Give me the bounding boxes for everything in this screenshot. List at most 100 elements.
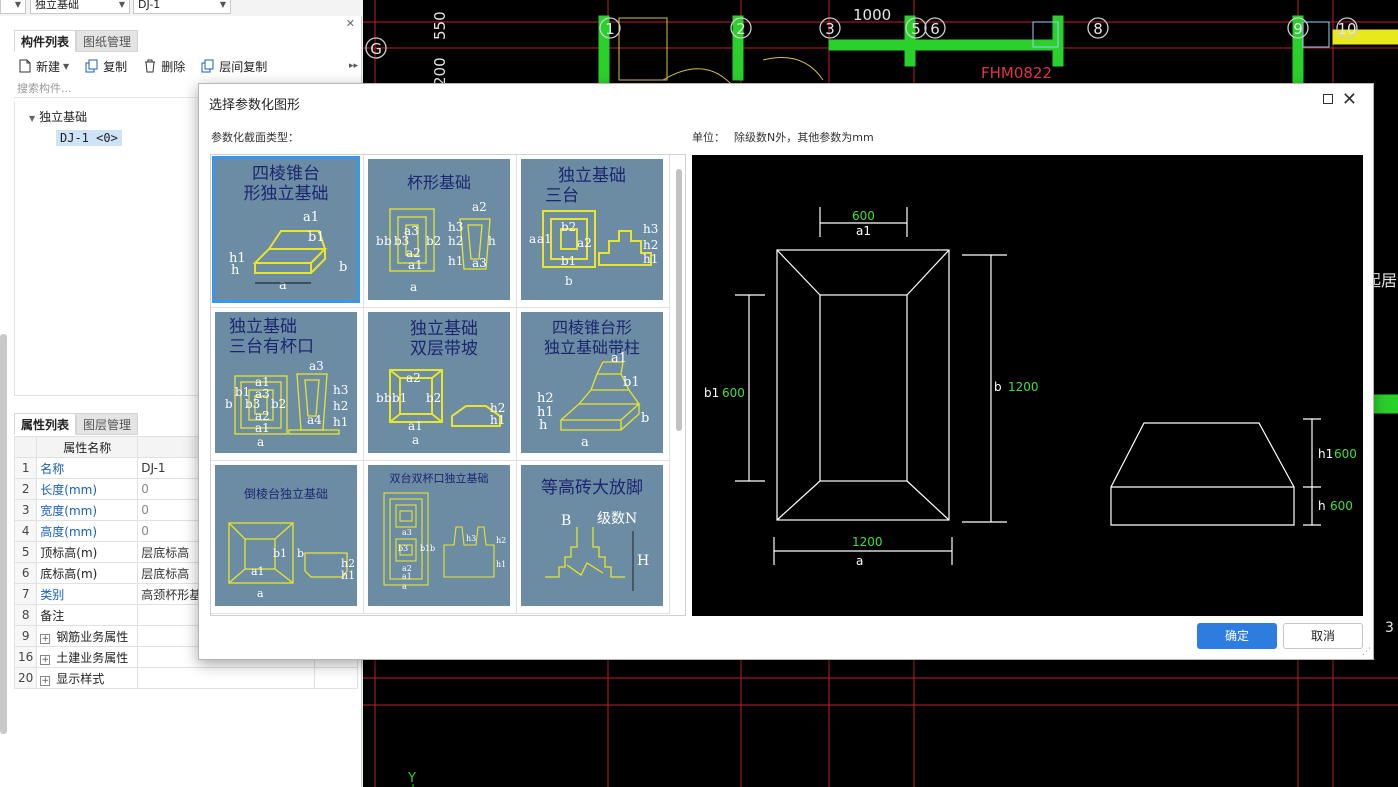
table-row-group[interactable]: 20 + 显示样式	[13, 667, 358, 689]
expand-plus-icon[interactable]: +	[40, 654, 51, 665]
chevron-down-icon: ▼	[63, 61, 70, 71]
more-icon[interactable]: ▸▸	[349, 61, 358, 71]
shape-option-three-step[interactable]: 独立基础 三台 b2 a a1 a2 b1 h3 h2 h1 b	[517, 155, 670, 308]
component-type-value: 独立基础	[35, 0, 79, 11]
gallery-scrollbar[interactable]	[676, 169, 682, 431]
svg-text:a: a	[529, 232, 536, 246]
svg-text:h2: h2	[537, 391, 554, 406]
shape-thumbnail: 等高砖大放脚 B 级数N H	[521, 465, 663, 606]
svg-text:b1: b1	[308, 230, 325, 245]
dim-h-label: h	[1318, 499, 1326, 513]
svg-text:h1: h1	[496, 560, 506, 569]
expand-plus-icon[interactable]: +	[40, 675, 51, 686]
svg-text:b: b	[384, 234, 392, 248]
shape-diagram: a2 b b b1 b2 a1 a h2 h1	[376, 369, 505, 447]
tree-root-label: 独立基础	[39, 110, 88, 124]
left-scrollbar[interactable]	[0, 334, 7, 734]
component-type-combo[interactable]: 独立基础 ▼	[30, 0, 130, 14]
dim-h1-value: 600	[1334, 447, 1357, 461]
chevron-down-icon: ▼	[118, 0, 125, 9]
column-header-property-name: 属性名称	[36, 436, 139, 458]
copy-icon	[85, 59, 98, 73]
svg-text:b: b	[384, 391, 392, 405]
property-tabs: 属性列表 图层管理	[14, 413, 139, 435]
expand-triangle-icon[interactable]: ▼	[29, 114, 35, 123]
shape-option-pyramid-with-column[interactable]: 四棱锥台形 独立基础带柱 a1 b1 h2 h1 h a b	[517, 308, 670, 461]
tab-component-list[interactable]: 构件列表	[14, 30, 77, 52]
shape-gallery: 四棱锥台 形独立基础 a1 b1 h1 h a b 杯形基础 a2 a3 b b…	[210, 154, 686, 616]
shape-option-double-slope[interactable]: 独立基础 双层带坡 a2 b b b1 b2 a1 a h2 h1	[364, 308, 517, 461]
floor-copy-button-label: 层间复制	[219, 59, 268, 74]
tab-property-list[interactable]: 属性列表	[14, 413, 77, 435]
svg-text:b2: b2	[561, 220, 576, 234]
svg-text:a: a	[257, 435, 264, 449]
svg-text:a1: a1	[408, 419, 423, 433]
floor-copy-icon	[201, 59, 214, 73]
svg-text:h2: h2	[333, 399, 348, 413]
shape-thumbnail: 倒棱台独立基础 b1 b a1 a h2 h1	[215, 465, 357, 606]
shape-thumbnail: 独立基础 三台 b2 a a1 a2 b1 h3 h2 h1 b	[521, 159, 663, 300]
new-button[interactable]: 新建 ▼	[14, 58, 69, 75]
copy-button[interactable]: 复制	[81, 58, 127, 75]
svg-text:a1: a1	[408, 258, 423, 272]
svg-text:h3: h3	[643, 222, 658, 236]
component-name-combo[interactable]: DJ-1 ▼	[133, 0, 231, 14]
svg-text:b1: b1	[623, 375, 640, 390]
dim-a-value: 1200	[852, 535, 883, 549]
tab-layer-management[interactable]: 图层管理	[76, 413, 139, 435]
close-icon[interactable]: ✕	[1342, 89, 1357, 110]
svg-text:a2: a2	[577, 236, 592, 250]
svg-text:b: b	[376, 391, 384, 405]
shape-option-inverted-frustum[interactable]: 倒棱台独立基础 b1 b a1 a h2 h1	[211, 461, 364, 614]
svg-text:a2: a2	[472, 200, 487, 214]
grid-label: G	[370, 40, 382, 58]
dim-h-value: 600	[1330, 499, 1353, 513]
svg-text:a3: a3	[309, 359, 324, 373]
toolbar-dropdown[interactable]: ▼	[0, 0, 26, 14]
svg-text:b: b	[430, 544, 435, 553]
shape-option-cup-foundation[interactable]: 杯形基础 a2 a3 b b b3 b2 a2 a1 h3 h2 h1 h a3…	[364, 155, 517, 308]
shape-option-brick-footing[interactable]: 等高砖大放脚 B 级数N H	[517, 461, 670, 614]
svg-text:h1: h1	[448, 254, 463, 268]
expand-plus-icon[interactable]: +	[40, 633, 51, 644]
svg-text:h2: h2	[448, 234, 463, 248]
parametric-shape-dialog: 选择参数化图形 ✕ 参数化截面类型： 单位： 除级数N外，其他参数为mm 四棱锥…	[198, 83, 1374, 660]
cancel-button[interactable]: 取消	[1283, 623, 1363, 649]
delete-button[interactable]: 删除	[139, 58, 185, 75]
tree-node-root[interactable]: ▼ 独立基础	[29, 108, 87, 125]
shape-thumbnail: 四棱锥台形 独立基础带柱 a1 b1 h2 h1 h a b	[521, 312, 663, 453]
ok-button[interactable]: 确定	[1197, 623, 1277, 649]
preview-drawing: 600 a1 b1 600 b 1200 1200 a h1 600 h 600	[704, 207, 1357, 568]
resize-grip-icon[interactable]: ⋰	[1362, 647, 1371, 657]
grid-label: 6	[930, 20, 940, 38]
svg-text:h1: h1	[341, 569, 355, 582]
svg-text:b1: b1	[561, 254, 576, 268]
shape-option-three-step-cup[interactable]: 独立基础 三台有杯口 a3 a1 b1 a3 b b3 b2 a2 a1 h3	[211, 308, 364, 461]
shape-option-pyramid-frustum[interactable]: 四棱锥台 形独立基础 a1 b1 h1 h a b	[211, 155, 364, 308]
svg-text:b2: b2	[426, 234, 441, 248]
shape-diagram: B 级数N H	[545, 511, 649, 591]
maximize-icon[interactable]	[1323, 94, 1333, 104]
svg-text:b2: b2	[426, 391, 441, 405]
svg-text:a4: a4	[307, 413, 322, 427]
shape-option-double-cup[interactable]: 双台双杯口独立基础 a3 b3 b1 b a2 a1 a h3 h2 h1	[364, 461, 517, 614]
shape-preview: 600 a1 b1 600 b 1200 1200 a h1 600 h 600	[692, 155, 1363, 616]
dialog-title: 选择参数化图形	[209, 98, 301, 113]
svg-text:b2: b2	[271, 397, 286, 411]
shape-diagram: a2 a3 b b b3 b2 a2 a1 h3 h2 h1 h a3 a	[376, 200, 496, 294]
component-tabs: 构件列表 图纸管理	[14, 30, 139, 52]
dim-h1-label: h1	[1318, 447, 1333, 461]
dim-b-value: 1200	[1008, 380, 1039, 394]
unit-label: 单位：	[692, 131, 725, 144]
close-icon[interactable]: ✕	[346, 17, 355, 30]
tab-drawing-management[interactable]: 图纸管理	[76, 30, 139, 52]
shape-thumbnail: 四棱锥台 形独立基础 a1 b1 h1 h a b	[212, 156, 360, 303]
svg-text:级数N: 级数N	[597, 511, 637, 527]
tree-node-dj1[interactable]: DJ-1 <0>	[56, 130, 122, 146]
floor-copy-button[interactable]: 层间复制	[197, 58, 267, 75]
dim-a-label: a	[856, 554, 863, 568]
shape-diagram: b2 a a1 a2 b1 h3 h2 h1 b	[529, 210, 658, 288]
shape-diagram: a1 b1 h1 h a b	[229, 210, 347, 293]
grid-label: 10	[1337, 20, 1356, 38]
shape-thumbnail: 双台双杯口独立基础 a3 b3 b1 b a2 a1 a h3 h2 h1	[368, 465, 510, 606]
